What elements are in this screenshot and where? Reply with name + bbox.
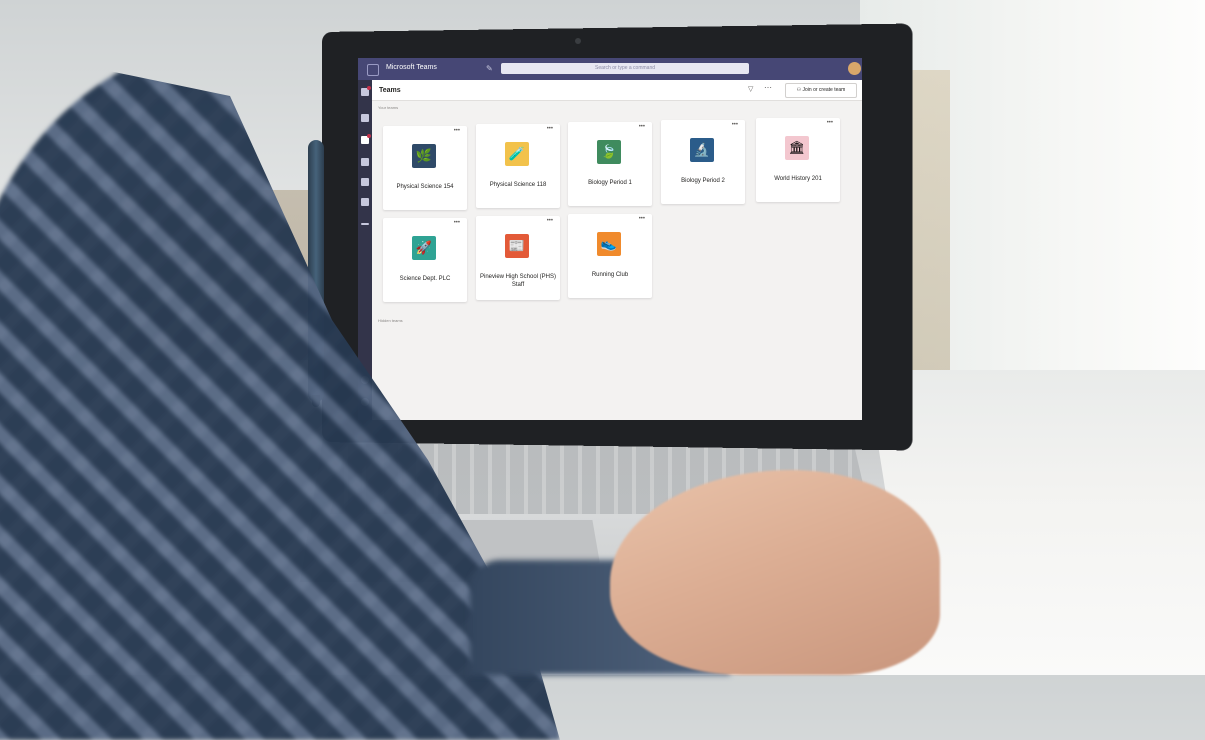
team-name: Pineview High School (PHS) Staff	[479, 274, 557, 288]
activity-badge	[367, 86, 371, 90]
team-card[interactable]: ••• 🏛 World History 201	[756, 118, 840, 202]
add-team-icon: ⚇	[796, 87, 802, 93]
app-launcher-icon[interactable]	[367, 64, 379, 76]
team-tile-glyph: 📰	[508, 238, 526, 253]
shoe-icon: 👟	[597, 232, 621, 256]
teams-badge	[367, 134, 371, 138]
page-title: Teams	[379, 87, 401, 94]
team-name: Running Club	[591, 272, 629, 278]
chat-icon[interactable]	[361, 114, 369, 122]
join-or-create-team-button[interactable]: ⚇ Join or create team	[785, 83, 857, 98]
teams-header: Teams ▽ ⋯ ⚇ Join or create team	[372, 80, 862, 101]
team-name: World History 201	[774, 176, 822, 182]
team-more-options-icon[interactable]: •••	[547, 218, 553, 224]
section-hidden-teams: Hidden teams	[378, 318, 403, 323]
sprout-icon: 🌿	[412, 144, 436, 168]
camera-icon	[575, 38, 581, 44]
team-tile-glyph: 🧪	[508, 146, 526, 161]
team-more-options-icon[interactable]: •••	[639, 124, 645, 130]
rocket-icon: 🚀	[412, 236, 436, 260]
assignments-icon[interactable]	[361, 158, 369, 166]
teams-main-pane: Teams ▽ ⋯ ⚇ Join or create team Your tea…	[372, 80, 862, 420]
lab-flask-icon: 🧪	[505, 142, 529, 166]
cell-icon: 🔬	[690, 138, 714, 162]
newsletter-icon: 📰	[505, 234, 529, 258]
search-input[interactable]: Search or type a command	[501, 63, 749, 74]
team-name: Biology Period 2	[681, 178, 725, 184]
title-bar: Microsoft Teams ✎ Search or type a comma…	[358, 58, 862, 80]
team-tile-glyph: 👟	[600, 236, 618, 251]
team-name: Science Dept. PLC	[399, 276, 451, 282]
leaf-icon: 🍃	[597, 140, 621, 164]
filter-icon[interactable]: ▽	[748, 85, 753, 93]
avatar[interactable]	[848, 62, 861, 75]
team-card[interactable]: ••• 🍃 Biology Period 1	[568, 122, 652, 206]
team-more-options-icon[interactable]: •••	[639, 216, 645, 222]
team-card[interactable]: ••• 📰 Pineview High School (PHS) Staff	[476, 216, 560, 300]
temple-icon: 🏛	[785, 136, 809, 160]
team-card[interactable]: ••• 🚀 Science Dept. PLC	[383, 218, 467, 302]
app-title: Microsoft Teams	[386, 64, 437, 71]
files-icon[interactable]	[361, 198, 369, 206]
team-tile-glyph: 🍃	[600, 144, 618, 159]
calendar-icon[interactable]	[361, 178, 369, 186]
team-more-options-icon[interactable]: •••	[547, 126, 553, 132]
laptop-screen: Microsoft Teams ✎ Search or type a comma…	[358, 58, 862, 420]
team-tile-glyph: 🏛	[788, 140, 806, 155]
team-name: Biology Period 1	[588, 180, 632, 186]
more-options-icon[interactable]: ⋯	[764, 83, 772, 92]
team-tile-glyph: 🌿	[415, 148, 433, 163]
team-more-options-icon[interactable]: •••	[732, 122, 738, 128]
team-card[interactable]: ••• 👟 Running Club	[568, 214, 652, 298]
team-card[interactable]: ••• 🌿 Physical Science 154	[383, 126, 467, 210]
join-button-label: Join or create team	[802, 87, 846, 93]
more-apps-icon[interactable]	[361, 223, 369, 225]
team-name: Physical Science 154	[396, 184, 454, 190]
team-card[interactable]: ••• 🧪 Physical Science 118	[476, 124, 560, 208]
team-more-options-icon[interactable]: •••	[454, 220, 460, 226]
section-your-teams: Your teams	[378, 105, 399, 110]
team-tile-glyph: 🚀	[415, 240, 433, 255]
team-more-options-icon[interactable]: •••	[827, 120, 833, 126]
team-card[interactable]: ••• 🔬 Biology Period 2	[661, 120, 745, 204]
team-tile-glyph: 🔬	[693, 142, 711, 157]
new-chat-icon[interactable]: ✎	[486, 64, 493, 73]
team-name: Physical Science 118	[489, 182, 547, 188]
team-more-options-icon[interactable]: •••	[454, 128, 460, 134]
